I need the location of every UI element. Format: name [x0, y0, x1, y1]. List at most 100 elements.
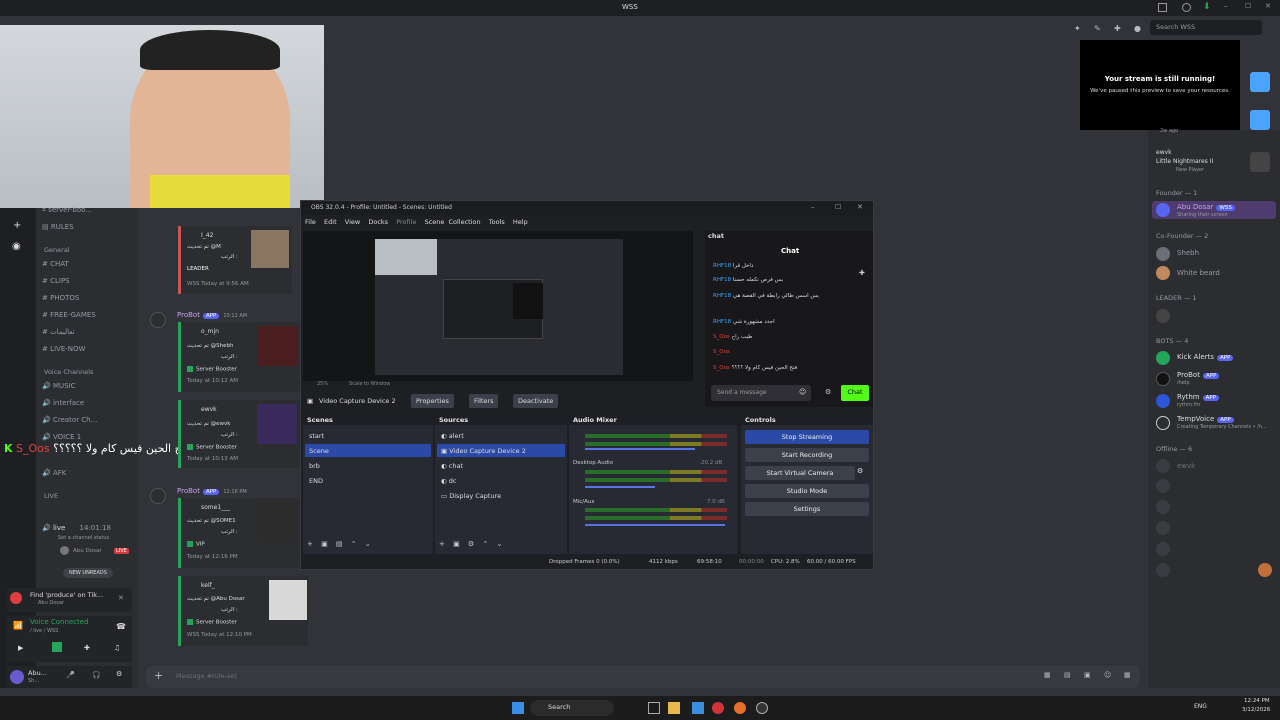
voice-music[interactable]: 🔊 MUSIC [42, 382, 76, 390]
scene-item[interactable]: brb [305, 459, 431, 472]
voice-afk[interactable]: 🔊 AFK [42, 469, 66, 477]
avatar[interactable] [1156, 563, 1170, 577]
new-unreads-button[interactable]: NEW UNREADS [63, 568, 113, 578]
member-item[interactable]: Abu Dosar WSS [1177, 203, 1235, 211]
member-name[interactable]: ewvk [1177, 462, 1195, 470]
member-name[interactable]: Shebh [1177, 249, 1199, 257]
voice-creator[interactable]: 🔊 Creator Ch... [42, 416, 97, 424]
language-indicator[interactable]: ENG [1194, 703, 1207, 710]
discover-icon[interactable]: ◉ [12, 241, 21, 252]
signal-icon[interactable]: 📶 [13, 621, 23, 630]
channel-photos[interactable]: # PHOTOS [42, 294, 79, 302]
volume-slider[interactable] [585, 524, 725, 526]
start-icon[interactable] [512, 702, 524, 714]
channel-chat[interactable]: # CHAT [42, 260, 69, 268]
avatar[interactable] [1156, 479, 1170, 493]
deactivate-button[interactable]: Deactivate [513, 394, 559, 408]
category-voice[interactable]: Voice Channels [44, 368, 93, 376]
zoom-level[interactable]: 25% [317, 381, 328, 387]
chat-user[interactable]: S_Oos [713, 365, 730, 371]
add-server-icon[interactable]: + [13, 220, 21, 231]
close-icon[interactable]: ✕ [118, 594, 124, 602]
activity-card[interactable]: Find 'produce' on Tik... Abu Dosar ✕ [6, 588, 132, 612]
member-item[interactable]: ewvk [1156, 149, 1172, 156]
channel-instructions[interactable]: # تعاليمات [42, 328, 75, 336]
studio-mode-button[interactable]: Studio Mode [745, 484, 869, 498]
gif-icon[interactable]: ▤ [1064, 671, 1071, 679]
maximize-icon[interactable]: ☐ [1245, 2, 1251, 10]
settings-icon[interactable]: ⚙ [116, 670, 122, 678]
channel-clips[interactable]: # CLIPS [42, 277, 70, 285]
channel-server-boost[interactable]: ⌗ server-boo... [42, 206, 92, 215]
settings-button[interactable]: Settings [745, 502, 869, 516]
pin-icon[interactable]: ✚ [859, 269, 865, 277]
app-icon[interactable] [1250, 72, 1270, 92]
chat-input[interactable]: Send a message ☺ [711, 385, 811, 401]
floating-icon[interactable] [1258, 563, 1272, 577]
volume-slider[interactable] [585, 486, 655, 488]
search-box[interactable]: Search WSS [1150, 20, 1262, 35]
chat-user[interactable]: S_Oos [713, 349, 730, 355]
avatar[interactable] [150, 488, 166, 504]
clock-time[interactable]: 12:24 PM [1244, 698, 1270, 704]
browser-icon[interactable] [712, 702, 724, 714]
live-user[interactable]: Abu Dosar [73, 548, 102, 554]
menu-scene-collection[interactable]: Scene Collection [425, 218, 481, 226]
source-item[interactable]: ◐ dc [437, 474, 565, 487]
menu-file[interactable]: File [305, 218, 316, 226]
chat-user[interactable]: S_Oos [713, 334, 730, 340]
scenes-toolbar[interactable]: + ▣ ▤ ⌃ ⌄ [307, 540, 371, 548]
screen-share-icon[interactable] [52, 642, 62, 652]
message-author[interactable]: ProBot APP 10:12 AM [177, 311, 247, 319]
mic-icon[interactable]: 🎤 [66, 671, 75, 679]
minimize-icon[interactable]: – [1224, 2, 1228, 10]
source-item[interactable]: ▣ Video Capture Device 2 [437, 444, 565, 457]
message-composer[interactable]: + Message #rule-set ▦ ▤ ▣ ☺ ▦ [146, 666, 1140, 688]
avatar[interactable] [1156, 542, 1170, 556]
avatar[interactable] [1156, 309, 1170, 323]
chat-user[interactable]: RHF18 [713, 263, 731, 269]
game-app-icon[interactable] [734, 702, 746, 714]
gear-icon[interactable]: ⚙ [825, 388, 831, 396]
chat-user[interactable]: RHF18 [713, 319, 731, 325]
sticker-icon[interactable]: ▣ [1084, 671, 1091, 679]
pin-icon[interactable]: ✚ [1114, 24, 1121, 33]
emoji-icon[interactable]: ☺ [1104, 671, 1111, 679]
obs-icon[interactable] [756, 702, 768, 714]
chat-user[interactable]: RHF18 [713, 277, 731, 283]
download-icon[interactable]: ⬇ [1203, 2, 1211, 12]
menu-view[interactable]: View [345, 218, 360, 226]
menu-edit[interactable]: Edit [324, 218, 337, 226]
member-item[interactable]: Rythm APP [1177, 393, 1220, 401]
soundboard-icon[interactable]: ♫ [114, 644, 120, 652]
voice-interface[interactable]: 🔊 interface [42, 399, 84, 407]
properties-button[interactable]: Properties [411, 394, 454, 408]
menu-profile[interactable]: Profile [396, 218, 416, 226]
obs-preview[interactable] [303, 231, 693, 381]
avatar[interactable] [1156, 500, 1170, 514]
maximize-icon[interactable]: ☐ [835, 203, 841, 211]
close-icon[interactable]: ✕ [857, 203, 863, 211]
store-icon[interactable] [692, 702, 704, 714]
chat-user[interactable]: RHF18 [713, 293, 731, 299]
minimize-icon[interactable]: – [811, 203, 815, 211]
scene-item[interactable]: END [305, 474, 431, 487]
stop-streaming-button[interactable]: Stop Streaming [745, 430, 869, 444]
menu-help[interactable]: Help [513, 218, 528, 226]
camera-icon[interactable]: ▶ [18, 644, 23, 652]
avatar[interactable] [1156, 521, 1170, 535]
gear-icon[interactable]: ⚙ [857, 467, 863, 475]
member-item[interactable]: ProBot APP [1177, 371, 1220, 379]
member-item[interactable]: Kick Alerts APP [1177, 353, 1234, 361]
sources-toolbar[interactable]: + ▣ ⚙ ⌃ ⌄ [439, 540, 502, 548]
channel-free-games[interactable]: # FREE-GAMES [42, 311, 96, 319]
add-attachment-icon[interactable]: + [154, 669, 163, 682]
gift-icon[interactable]: ▦ [1044, 671, 1051, 679]
inbox-icon[interactable] [1158, 3, 1167, 12]
taskbar-search[interactable]: Search [530, 700, 614, 716]
threads-icon[interactable]: ✦ [1074, 24, 1081, 33]
close-icon[interactable]: ✕ [1265, 2, 1271, 10]
task-view-icon[interactable] [648, 702, 660, 714]
volume-slider[interactable] [585, 448, 695, 450]
voice-1[interactable]: 🔊 VOICE 1 [42, 433, 81, 441]
